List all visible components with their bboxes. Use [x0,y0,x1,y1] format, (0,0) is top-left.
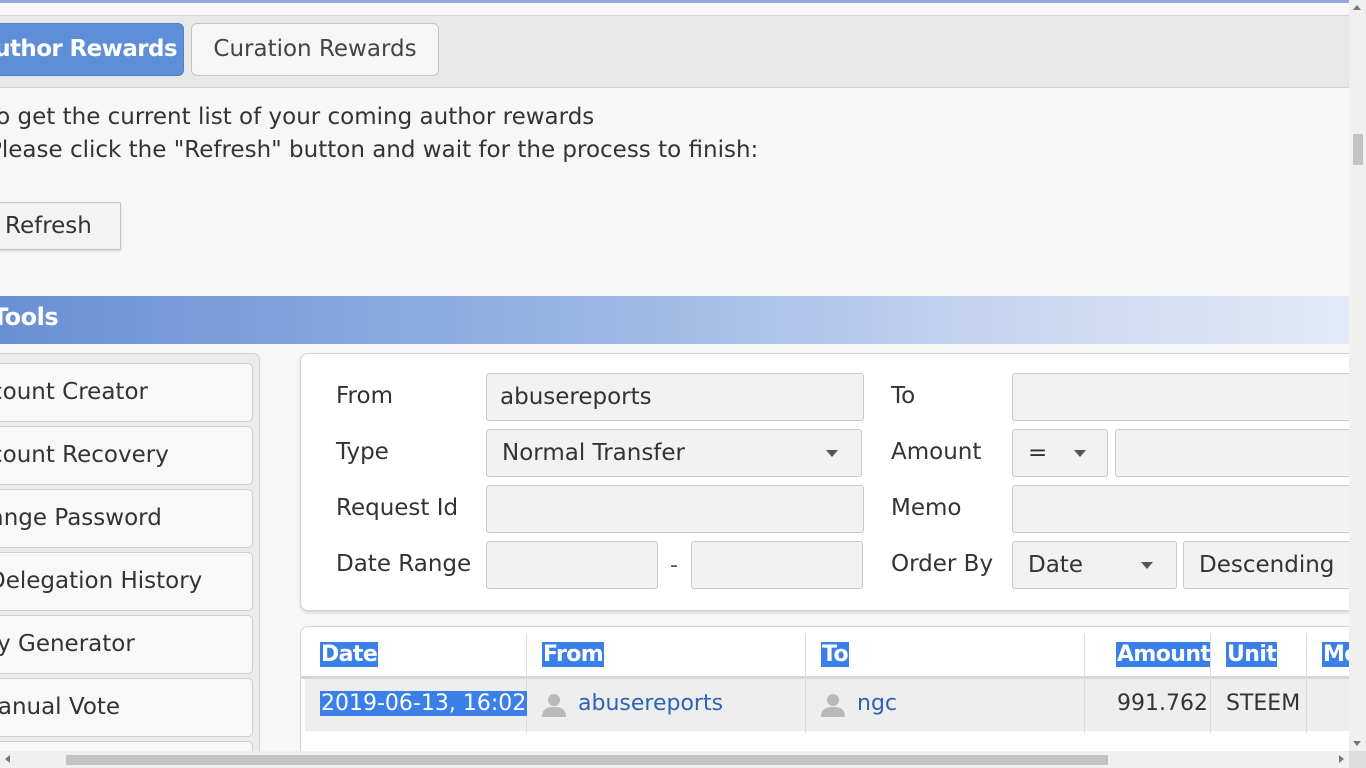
transfers-table: Date From To Amount Unit Memo 2019-06-13… [300,626,1349,751]
tool-item-change-password[interactable]: Change Password [0,489,253,548]
rewards-tab-bar: Author Rewards Curation Rewards [0,15,1349,88]
amount-label: Amount [891,439,982,465]
row-unit-cell: STEEM [1226,691,1301,716]
refresh-button[interactable]: Refresh [0,202,121,250]
memo-label: Memo [891,495,962,521]
column-header-from[interactable]: From [542,642,605,667]
scroll-right-icon[interactable] [1339,755,1344,763]
date-range-separator: - [670,553,678,578]
tool-item-account-recovery[interactable]: Account Recovery [0,426,253,485]
tool-item-label: Account Creator [0,379,148,405]
from-input[interactable]: abusereports [486,373,864,421]
column-header-to[interactable]: To [821,642,849,667]
to-input[interactable] [1012,373,1349,421]
column-header-memo[interactable]: Memo [1322,642,1349,667]
tool-item-manual-vote[interactable]: Manual Vote [0,678,253,737]
date-range-start-input[interactable] [486,541,658,589]
column-divider [1084,633,1085,733]
chevron-down-icon [1141,562,1153,569]
intro-text-line-2: Please click the "Refresh" button and wa… [0,137,759,163]
column-header-date[interactable]: Date [320,642,379,667]
amount-operator-select[interactable]: = [1012,429,1108,477]
tool-item-label: Key Generator [0,631,135,657]
horizontal-scrollbar[interactable] [0,751,1349,768]
to-label: To [891,383,916,409]
order-direction-value: Descending [1199,552,1335,578]
header-divider [301,676,1349,679]
tool-item-label: Delegation History [0,568,203,594]
vertical-scroll-thumb[interactable] [1353,134,1363,165]
tools-title: Tools [0,303,59,331]
order-by-label: Order By [891,551,994,577]
top-accent-bar [0,0,1349,3]
user-icon [542,694,566,717]
tools-sidebar: Account Creator Account Recovery Change … [0,353,260,751]
column-header-unit[interactable]: Unit [1226,642,1278,667]
order-by-select[interactable]: Date [1012,541,1177,589]
tool-item-key-generator[interactable]: Key Generator [0,615,253,674]
scroll-down-icon[interactable] [1353,741,1361,746]
date-range-label: Date Range [336,551,472,577]
type-select-value: Normal Transfer [502,440,686,466]
horizontal-scroll-thumb[interactable] [66,755,1108,765]
type-select[interactable]: Normal Transfer [486,429,862,477]
tool-item-next[interactable] [0,741,253,751]
scroll-left-icon[interactable] [5,755,10,763]
amount-input[interactable] [1115,429,1349,477]
row-amount-cell: 991.762 [1117,691,1208,716]
request-id-label: Request Id [336,495,459,521]
tool-item-label: Manual Vote [0,694,121,720]
tab-author-rewards[interactable]: Author Rewards [0,23,184,76]
column-divider [526,633,527,733]
page-viewport: Author Rewards Curation Rewards To get t… [0,0,1349,751]
scrollbar-corner [1349,751,1366,768]
column-divider [1306,633,1307,733]
chevron-down-icon [1074,450,1086,457]
from-label: From [336,383,393,409]
type-label: Type [336,439,389,465]
tools-section-header: Tools [0,296,1349,344]
chevron-down-icon [826,450,838,457]
date-range-end-input[interactable] [691,541,863,589]
author-rewards-intro: To get the current list of your coming a… [0,88,1349,296]
column-header-amount[interactable]: Amount [1116,642,1212,667]
amount-operator-value: = [1028,440,1048,466]
user-icon [821,694,845,717]
tool-item-label: Account Recovery [0,442,169,468]
row-date-cell: 2019-06-13, 16:02 [320,691,528,716]
order-by-value: Date [1028,552,1083,578]
column-divider [1210,633,1211,733]
tool-item-label: Change Password [0,505,162,531]
row-to-link[interactable]: ngc [857,691,897,716]
tab-curation-rewards[interactable]: Curation Rewards [191,23,439,76]
row-from-link[interactable]: abusereports [578,691,723,716]
transfer-search-form: From abusereports To Type Normal Transfe… [300,353,1349,611]
column-divider [805,633,806,733]
vertical-scrollbar[interactable] [1349,0,1366,751]
tool-item-delegation-history[interactable]: Delegation History [0,552,253,611]
order-direction-select[interactable]: Descending [1183,541,1349,589]
memo-input[interactable] [1012,485,1349,533]
intro-text-line-1: To get the current list of your coming a… [0,104,595,130]
request-id-input[interactable] [486,485,864,533]
scroll-up-icon[interactable] [1353,5,1361,10]
tool-item-account-creator[interactable]: Account Creator [0,363,253,422]
